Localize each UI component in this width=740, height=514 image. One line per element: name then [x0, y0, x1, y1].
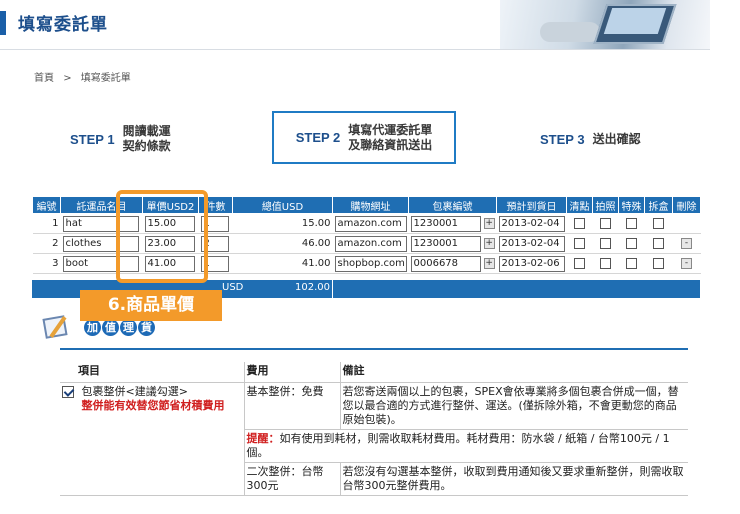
notepad-icon: [40, 313, 72, 341]
service-fee-basic: 基本整併：免費: [244, 382, 341, 430]
step-3: STEP 3 送出確認: [540, 114, 641, 164]
breadcrumb: 首頁 > 填寫委託單: [34, 69, 137, 84]
step-3-number: STEP 3: [540, 131, 585, 147]
row-number: 3: [32, 253, 61, 274]
arrival-date-input[interactable]: 2013-02-04: [498, 235, 565, 252]
total-currency: USD: [222, 282, 244, 293]
unbox-checkbox[interactable]: [653, 257, 664, 269]
services-divider: [60, 348, 688, 350]
special-checkbox[interactable]: [626, 217, 637, 229]
unbox-checkbox[interactable]: [653, 217, 664, 229]
unbox-checkbox[interactable]: [653, 237, 664, 249]
package-add-button[interactable]: +: [483, 238, 495, 249]
package-add-button[interactable]: +: [483, 218, 495, 229]
services-header-row: 項目 費用 備註: [60, 362, 688, 383]
value-added-char: 值: [102, 318, 119, 336]
total-value: 15.00: [232, 213, 333, 234]
step-1-text: 閱讀載運 契約條款: [122, 124, 171, 153]
services-header-item: 項目: [60, 362, 245, 383]
header-accent-bar: [0, 11, 6, 35]
col-header-url: 購物網址: [332, 196, 409, 214]
package-add-button[interactable]: +: [483, 258, 495, 269]
col-header-no: 編號: [32, 196, 61, 214]
total-value: 46.00: [232, 233, 333, 254]
service-item-note: 整併能有效替您節省材積費用: [81, 398, 225, 412]
value-added-char: 加: [84, 318, 101, 336]
hand-shape: [540, 22, 600, 42]
count-checkbox[interactable]: [574, 237, 585, 249]
step-2-text: 填寫代運委託單 及聯絡資訊送出: [348, 122, 433, 152]
value-added-char: 理: [120, 318, 137, 336]
service-row-merge: 包裹整併<建議勾選> 整併能有效替您節省材積費用 基本整併：免費 若您寄送兩個以…: [60, 382, 688, 496]
page-header: 填寫委託單: [0, 0, 740, 50]
service-note-second: 若您沒有勾選基本整併，收取到費用通知後又要求重新整併，則需收取台幣300元整併費…: [340, 462, 688, 496]
row-number: 1: [32, 213, 61, 234]
service-item-cell: 包裹整併<建議勾選> 整併能有效替您節省材積費用: [60, 382, 245, 496]
photo-checkbox[interactable]: [600, 217, 611, 229]
services-table: 項目 費用 備註 包裹整併<建議勾選> 整併能有效替您節省材積費用 基本整併：免…: [60, 362, 688, 496]
step-1-number: STEP 1: [70, 131, 115, 147]
package-number-input[interactable]: 0006678: [410, 255, 481, 272]
photo-checkbox[interactable]: [600, 257, 611, 269]
service-note-basic: 若您寄送兩個以上的包裹，SPEX會依專業將多個包裹合併成一個，替您以最合適的方式…: [340, 382, 688, 430]
breadcrumb-separator: >: [63, 73, 72, 84]
step-2-current: STEP 2 填寫代運委託單 及聯絡資訊送出: [272, 111, 456, 164]
services-header-note: 備註: [340, 362, 688, 383]
delete-row-button[interactable]: -: [681, 257, 692, 269]
shop-url-input[interactable]: amazon.com: [334, 215, 407, 232]
breadcrumb-home[interactable]: 首頁: [34, 73, 54, 84]
col-header-photo: 拍照: [592, 196, 619, 214]
unit-price-annotation-label: 6.商品單價: [80, 290, 222, 321]
count-checkbox[interactable]: [574, 257, 585, 269]
shop-url-input[interactable]: amazon.com: [334, 235, 407, 252]
service-item-name: 包裹整併<建議勾選>: [81, 384, 188, 398]
col-header-date: 預計到貨日: [496, 196, 567, 214]
merge-checkbox[interactable]: [62, 385, 74, 398]
header-banner-image: [500, 0, 710, 50]
col-header-delete: 刪除: [672, 196, 701, 214]
arrival-date-input[interactable]: 2013-02-06: [498, 255, 565, 272]
step-3-text: 送出確認: [592, 131, 641, 146]
total-value: 41.00: [232, 253, 333, 274]
row-number: 2: [32, 233, 61, 254]
special-checkbox[interactable]: [626, 257, 637, 269]
breadcrumb-current: 填寫委託單: [80, 73, 131, 84]
photo-checkbox[interactable]: [600, 237, 611, 249]
col-header-unbox: 拆盒: [644, 196, 673, 214]
service-warning: 提醒：如有使用到耗材，則需收取耗材費用。耗材費用：防水袋 / 紙箱 / 台幣10…: [244, 429, 688, 463]
delete-cell-empty: [672, 213, 701, 234]
package-number-input[interactable]: 1230001: [410, 235, 481, 252]
service-fee-second: 二次整併：台幣300元: [244, 462, 341, 496]
value-added-char: 貨: [138, 318, 155, 336]
page-title: 填寫委託單: [18, 15, 108, 35]
warning-text: 如有使用到耗材，則需收取耗材費用。耗材費用：防水袋 / 紙箱 / 台幣100元 …: [246, 431, 670, 459]
laptop-screen: [603, 8, 667, 34]
total-sum: 102.00: [295, 282, 330, 293]
step-1: STEP 1 閱讀載運 契約條款: [70, 114, 171, 164]
total-separator: [332, 280, 333, 298]
step-2-number: STEP 2: [295, 130, 341, 145]
header-divider: [0, 49, 710, 50]
package-number-input[interactable]: 1230001: [410, 215, 481, 232]
warning-label: 提醒：: [246, 431, 280, 445]
arrival-date-input[interactable]: 2013-02-04: [498, 215, 565, 232]
count-checkbox[interactable]: [574, 217, 585, 229]
delete-row-button[interactable]: -: [681, 237, 692, 249]
unit-price-highlight-frame: [116, 190, 208, 283]
col-header-count: 清點: [566, 196, 593, 214]
col-header-package: 包裹編號: [408, 196, 497, 214]
services-header-fee: 費用: [244, 362, 341, 383]
col-header-special: 特殊: [618, 196, 645, 214]
special-checkbox[interactable]: [626, 237, 637, 249]
shop-url-input[interactable]: shopbop.com: [334, 255, 407, 272]
col-header-total: 總值USD: [232, 196, 333, 214]
